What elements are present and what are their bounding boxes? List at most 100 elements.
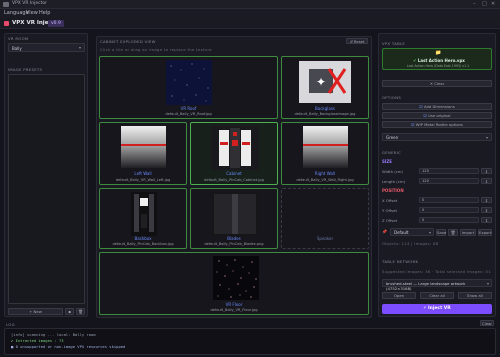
close-icon[interactable]: ✕ xyxy=(491,1,495,7)
z-offset-value: 0 xyxy=(422,218,425,222)
maximize-icon[interactable]: □ xyxy=(482,1,487,7)
y-offset-input[interactable]: 0 xyxy=(419,207,479,213)
width-value: 120 xyxy=(422,169,429,173)
export-button[interactable]: Export xyxy=(478,229,492,236)
left-wall-image xyxy=(121,126,166,168)
image-presets-list[interactable] xyxy=(8,74,85,304)
vr-roof-image xyxy=(166,60,212,105)
tile-cabinet[interactable]: Cabinet default_Bally_PinCab_Cabinet.jpg xyxy=(190,122,278,185)
save-preset-button[interactable]: Save xyxy=(436,229,446,236)
objects-count: Objects: 114 | Images: 88 xyxy=(382,241,439,246)
clear-table-button[interactable]: ✕ Clear xyxy=(382,80,492,87)
y-offset-stepper[interactable]: ⇕ xyxy=(481,207,492,213)
import-button[interactable]: Import xyxy=(460,229,476,236)
generic-label: GENERIC xyxy=(382,150,402,155)
tile-name: Left Wall xyxy=(134,171,152,176)
vpx-table-dropzone[interactable]: 📁 ✔ Last Action Hero.vpx Last Action Her… xyxy=(382,48,492,70)
colour-select[interactable]: Green ▾ xyxy=(382,133,492,141)
length-input[interactable]: 120 xyxy=(419,178,479,184)
preset-select[interactable]: Default ▾ xyxy=(390,228,434,236)
network-image-select[interactable]: brushed-steel — Large landscape artwork … xyxy=(382,279,492,291)
folder-icon: 📁 xyxy=(435,50,442,56)
table-network-label: TABLE NETWORK xyxy=(382,259,419,264)
y-offset-value: 0 xyxy=(422,208,425,212)
vpx-table-name: ✔ Last Action Hero.vpx xyxy=(393,58,485,63)
app-header: VPX VR Injector v0.9 xyxy=(0,18,500,29)
new-preset-button[interactable]: + New xyxy=(8,308,63,315)
vr-room-select[interactable]: Bally ▾ xyxy=(8,43,85,52)
width-label: Width (cm) xyxy=(382,169,403,174)
tile-name: VR Floor xyxy=(225,302,243,307)
log-line: ✔ Extracted images : 73 xyxy=(11,338,64,343)
tile-name: Right Wall xyxy=(314,171,336,176)
pin-icon: 📌 xyxy=(382,229,387,234)
clear-all-button[interactable]: Clear all xyxy=(420,292,454,299)
delete-icon[interactable]: 🗑 xyxy=(448,229,458,236)
x-offset-label: X Offset xyxy=(382,198,398,203)
open-button[interactable]: Open xyxy=(382,292,416,299)
length-stepper[interactable]: ⇕ xyxy=(481,178,492,184)
width-input[interactable]: 120 xyxy=(419,168,479,174)
menu-help[interactable]: Help xyxy=(39,10,50,16)
log-label: LOG xyxy=(6,322,15,327)
vpx-table-name-text: Last Action Hero.vpx xyxy=(417,58,465,63)
tile-name: Speaker xyxy=(316,236,334,241)
chevron-down-icon: ▾ xyxy=(78,45,81,50)
tile-file: default_Bally_PinCab_Blades.png xyxy=(204,242,264,246)
option-use-original-label: Use original xyxy=(428,113,451,118)
tile-left-wall[interactable]: Left Wall default_Bally_VR_Wall_Left.jpg xyxy=(99,122,187,185)
tile-file: default_Bally_PinCab_Backbox.jpg xyxy=(112,242,174,246)
tile-file: default_Bally_VR_Roof.jpg xyxy=(165,112,212,116)
reset-view-button[interactable]: ↺ Reset xyxy=(346,38,368,44)
options-label: OPTIONS xyxy=(382,95,402,100)
tile-name: Blades xyxy=(227,236,241,241)
tile-right-wall[interactable]: Right Wall default_Bally_VR_Wall_Right.j… xyxy=(281,122,369,185)
minimize-icon[interactable]: – xyxy=(473,1,476,7)
option-add-dimensions[interactable]: ☑ Add Dimensions xyxy=(382,103,492,110)
log-line: ■ 0 unsupported or non-image VPX resourc… xyxy=(11,344,126,349)
option-use-original[interactable]: ☑ Use original xyxy=(382,112,492,119)
cabinet-image xyxy=(211,126,259,170)
length-value: 120 xyxy=(422,179,429,183)
network-image-value: brushed-steel — Large landscape artwork … xyxy=(386,281,466,291)
z-offset-input[interactable]: 0 xyxy=(419,217,479,223)
exploded-view-label: CABINET EXPLODED VIEW xyxy=(100,39,156,44)
preset-value: Default xyxy=(394,230,409,235)
app-window-icon xyxy=(3,2,9,7)
tile-name: Backbox xyxy=(134,236,152,241)
backglass-image: ✦ xyxy=(299,61,351,103)
tile-file: default_Bally_PinCab_Cabinet.jpg xyxy=(204,178,264,182)
tile-backglass[interactable]: ✦ Backglass default_Bally_Backglassimage… xyxy=(281,56,369,119)
colour-value: Green xyxy=(386,135,399,140)
chevron-down-icon: ▾ xyxy=(428,229,431,235)
x-offset-input[interactable]: 0 xyxy=(419,197,479,203)
tile-vr-roof[interactable]: VR Roof default_Bally_VR_Roof.jpg xyxy=(99,56,278,119)
tile-speaker[interactable]: Speaker xyxy=(281,188,369,249)
menu-language[interactable]: Language xyxy=(4,10,29,16)
option-wip-metal-label: WIP Metal Rodhe options xyxy=(415,122,463,127)
width-stepper[interactable]: ⇕ xyxy=(481,168,492,174)
menu-view[interactable]: View xyxy=(26,10,38,16)
delete-preset-icon[interactable]: 🗑 xyxy=(76,308,85,315)
app-logo-icon xyxy=(4,21,9,26)
z-offset-stepper[interactable]: ⇕ xyxy=(481,217,492,223)
vr-room-label: VR ROOM xyxy=(8,36,29,41)
chevron-down-icon: ▾ xyxy=(486,280,489,286)
z-offset-label: Z Offset xyxy=(382,218,398,223)
svg-text:✦: ✦ xyxy=(316,75,326,89)
save-preset-icon[interactable]: ▪ xyxy=(65,308,74,315)
tile-name: Backglass xyxy=(315,106,335,111)
vr-floor-image xyxy=(213,256,259,300)
inject-vr-button[interactable]: ⚡ Inject VR xyxy=(382,304,492,314)
tile-file: default_Bally_Backglassimage.jpg xyxy=(294,112,356,116)
tile-backbox[interactable]: Backbox default_Bally_PinCab_Backbox.jpg xyxy=(99,188,187,249)
show-all-button[interactable]: Show all xyxy=(458,292,492,299)
option-wip-metal[interactable]: ☑ WIP Metal Rodhe options xyxy=(382,121,492,128)
tile-blades[interactable]: Blades default_Bally_PinCab_Blades.png xyxy=(190,188,278,249)
tile-vr-floor[interactable]: VR Floor default_Bally_VR_Floor.jpg xyxy=(99,252,369,315)
vpx-table-label: VPX TABLE xyxy=(382,41,406,46)
clear-log-button[interactable]: Clear xyxy=(480,320,494,326)
x-offset-stepper[interactable]: ⇕ xyxy=(481,197,492,203)
length-label: Length (cm) xyxy=(382,179,406,184)
image-presets-label: IMAGE PRESETS xyxy=(8,67,43,72)
